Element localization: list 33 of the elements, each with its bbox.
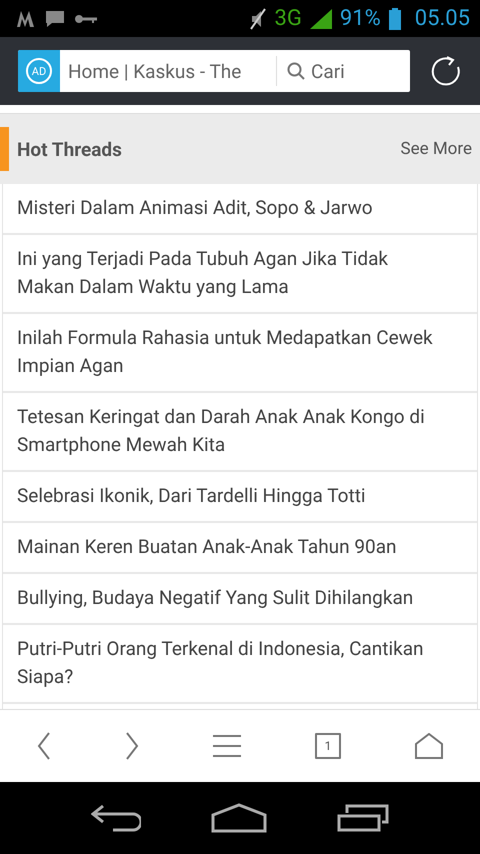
thread-link[interactable]: Putri-Putri Orang Terkenal di Indonesia, Cantikan Siapa? — [3, 625, 477, 704]
system-back-button[interactable] — [91, 804, 141, 832]
recent-apps-button[interactable] — [337, 804, 389, 832]
section-title: Hot Threads — [17, 138, 123, 160]
thread-link[interactable]: Ini yang Terjadi Pada Tubuh Agan Jika Tidak Makan Dalam Waktu yang Lama — [3, 235, 477, 314]
tabs-button[interactable]: 1 — [315, 733, 341, 759]
thread-link[interactable]: Tetesan Keringat dan Darah Anak Anak Kongo di Smartphone Mewah Kita — [3, 393, 477, 472]
thread-link[interactable]: Selebrasi Ikonik, Dari Tardelli Hingga Totti — [3, 472, 477, 523]
network-type: 3G — [274, 6, 302, 31]
thread-link[interactable]: Mainan Keren Buatan Anak-Anak Tahun 90an — [3, 523, 477, 574]
app-icon — [16, 8, 36, 28]
page-title: Home | Kaskus - The — [67, 60, 242, 82]
key-icon — [74, 12, 98, 24]
battery-icon — [388, 8, 401, 30]
thread-link[interactable]: Inilah Formula Rahasia untuk Medapatkan Cewek Impian Agan — [3, 314, 477, 393]
home-button[interactable] — [415, 733, 443, 759]
search-icon — [287, 62, 305, 80]
see-more-link[interactable]: See More — [400, 139, 472, 159]
clock: 05.05 — [414, 6, 470, 31]
menu-button[interactable] — [213, 734, 241, 758]
system-home-button[interactable] — [211, 803, 267, 833]
mute-icon — [248, 8, 267, 30]
address-bar[interactable]: AD Home | Kaskus - The Cari — [18, 50, 410, 92]
signal-icon — [310, 8, 332, 28]
chat-icon — [44, 8, 66, 28]
search-field[interactable]: Cari — [276, 56, 410, 86]
forward-button[interactable] — [125, 732, 139, 760]
accent-bar — [0, 127, 9, 171]
back-button[interactable] — [37, 732, 51, 760]
battery-percent: 91% — [340, 6, 381, 31]
reload-button[interactable] — [430, 55, 462, 87]
thread-link[interactable]: Bullying, Budaya Negatif Yang Sulit Dihilangkan — [3, 574, 477, 625]
thread-link[interactable]: Misteri Dalam Animasi Adit, Sopo & Jarwo — [3, 184, 477, 235]
